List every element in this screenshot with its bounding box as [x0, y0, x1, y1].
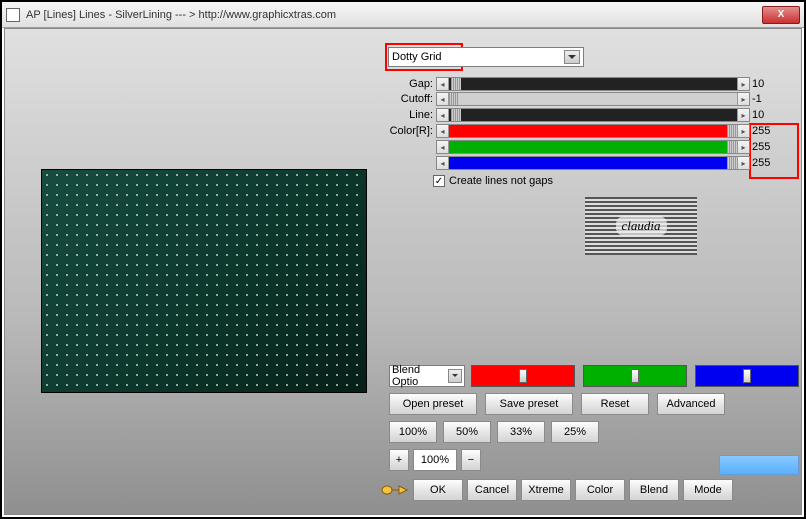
blend-slider-blue[interactable] — [695, 365, 799, 387]
arrow-right-icon[interactable]: ▸ — [737, 78, 749, 90]
zoom-out-button[interactable]: − — [461, 449, 481, 471]
color-swatch[interactable] — [719, 455, 799, 475]
slider-green[interactable]: ◂ ▸ — [436, 140, 750, 154]
open-preset-button[interactable]: Open preset — [389, 393, 477, 415]
blend-option-label: Blend Optio — [392, 364, 448, 388]
row-cutoff: Cutoff: ◂ ▸ -1 — [389, 92, 780, 106]
ok-button[interactable]: OK — [413, 479, 463, 501]
label-line: Line: — [389, 109, 433, 121]
plugin-window: AP [Lines] Lines - SilverLining --- > ht… — [0, 0, 806, 519]
arrow-left-icon[interactable]: ◂ — [437, 109, 449, 121]
slider-gap[interactable]: ◂ ▸ — [436, 77, 750, 91]
slider-line[interactable]: ◂ ▸ — [436, 108, 750, 122]
titlebar: AP [Lines] Lines - SilverLining --- > ht… — [2, 2, 804, 28]
preset-selected: Dotty Grid — [392, 51, 442, 63]
preview-image — [41, 169, 367, 393]
label-cutoff: Cutoff: — [389, 93, 433, 105]
slider-blue[interactable]: ◂ ▸ — [436, 156, 750, 170]
save-preset-button[interactable]: Save preset — [485, 393, 573, 415]
arrow-left-icon[interactable]: ◂ — [437, 141, 449, 153]
slider-cutoff[interactable]: ◂ ▸ — [436, 92, 750, 106]
checkbox-label: Create lines not gaps — [449, 175, 553, 187]
blend-slider-green[interactable] — [583, 365, 687, 387]
value-gap: 10 — [752, 78, 780, 90]
color-button[interactable]: Color — [575, 479, 625, 501]
value-blue: 255 — [752, 157, 780, 169]
mode-button[interactable]: Mode — [683, 479, 733, 501]
app-icon — [6, 8, 20, 22]
xtreme-button[interactable]: Xtreme — [521, 479, 571, 501]
arrow-left-icon[interactable]: ◂ — [437, 78, 449, 90]
close-button[interactable]: X — [762, 6, 800, 24]
zoom-25-button[interactable]: 25% — [551, 421, 599, 443]
slider-red[interactable]: ◂ ▸ — [436, 124, 750, 138]
row-gap: Gap: ◂ ▸ 10 — [389, 77, 780, 91]
value-cutoff: -1 — [752, 93, 780, 105]
zoom-50-button[interactable]: 50% — [443, 421, 491, 443]
blend-button[interactable]: Blend — [629, 479, 679, 501]
label-color-r: Color[R]: — [389, 125, 433, 137]
zoom-value[interactable]: 100% — [413, 449, 457, 471]
logo: claudia — [585, 197, 697, 255]
advanced-button[interactable]: Advanced — [657, 393, 725, 415]
row-color-b: ◂ ▸ 255 — [389, 156, 780, 170]
zoom-100-button[interactable]: 100% — [389, 421, 437, 443]
arrow-right-icon[interactable]: ▸ — [737, 93, 749, 105]
pointing-hand-icon — [381, 481, 409, 499]
arrow-left-icon[interactable]: ◂ — [437, 157, 449, 169]
row-line: Line: ◂ ▸ 10 — [389, 108, 780, 122]
preset-dropdown[interactable]: Dotty Grid — [388, 47, 584, 67]
chevron-down-icon — [448, 369, 462, 383]
checkbox-create-lines[interactable]: ✓ Create lines not gaps — [433, 175, 553, 187]
chevron-down-icon — [564, 50, 580, 64]
zoom-33-button[interactable]: 33% — [497, 421, 545, 443]
value-green: 255 — [752, 141, 780, 153]
arrow-right-icon[interactable]: ▸ — [737, 157, 749, 169]
content-area: Dotty Grid Gap: ◂ ▸ 10 Cutoff: ◂ ▸ -1 Li… — [4, 28, 802, 515]
arrow-right-icon[interactable]: ▸ — [737, 125, 749, 137]
check-icon: ✓ — [433, 175, 445, 187]
zoom-in-button[interactable]: + — [389, 449, 409, 471]
blend-option-dropdown[interactable]: Blend Optio — [389, 365, 465, 387]
window-title: AP [Lines] Lines - SilverLining --- > ht… — [26, 9, 336, 21]
value-red: 255 — [752, 125, 780, 137]
arrow-left-icon[interactable]: ◂ — [437, 93, 449, 105]
arrow-right-icon[interactable]: ▸ — [737, 109, 749, 121]
row-color-g: ◂ ▸ 255 — [389, 140, 780, 154]
value-line: 10 — [752, 109, 780, 121]
label-gap: Gap: — [389, 78, 433, 90]
cancel-button[interactable]: Cancel — [467, 479, 517, 501]
reset-button[interactable]: Reset — [581, 393, 649, 415]
logo-text: claudia — [616, 216, 667, 236]
arrow-right-icon[interactable]: ▸ — [737, 141, 749, 153]
arrow-left-icon[interactable]: ◂ — [437, 125, 449, 137]
row-color-r: Color[R]: ◂ ▸ 255 — [389, 124, 780, 138]
blend-slider-red[interactable] — [471, 365, 575, 387]
